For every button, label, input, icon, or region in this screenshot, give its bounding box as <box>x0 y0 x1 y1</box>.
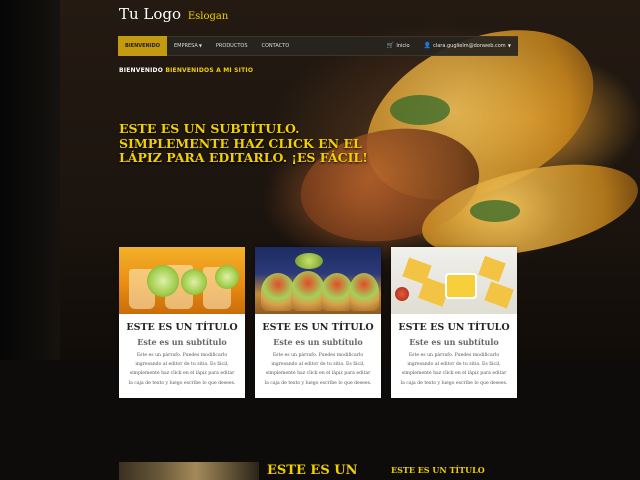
nav-item-label: Productos <box>215 43 248 49</box>
nav-right-group: 🛒 Inicio 👤 clara.guglielm@donweb.com ▼ <box>380 36 518 56</box>
card-image-drinks <box>119 247 245 314</box>
tomato <box>395 287 409 301</box>
hero-lettuce <box>470 200 520 222</box>
bottom-section-title: Este es un título <box>391 465 485 475</box>
feature-card: Este es un título Este es un subtítulo E… <box>255 247 381 398</box>
card-body: Este es un párrafo. Puedes modificarlo i… <box>128 353 236 386</box>
cheese-dip <box>445 273 477 299</box>
nav-item-empresa[interactable]: Empresa▼ <box>167 36 209 56</box>
card-subtitle: Este es un subtítulo <box>409 337 499 347</box>
card-body: Este es un párrafo. Puedes modificarlo i… <box>400 353 508 386</box>
hero-subtitle: Este es un subtítulo. Simplemente haz cl… <box>119 121 368 165</box>
welcome-prefix: Bienvenido <box>119 67 164 74</box>
lime-slice <box>215 265 239 289</box>
lime-slice <box>181 269 207 295</box>
feature-card: Este es un título Este es un subtítulo E… <box>119 247 245 398</box>
nacho-chip <box>478 255 506 283</box>
card-title: Este es un título <box>126 322 238 333</box>
cart-label: Inicio <box>396 43 410 49</box>
bottom-section-heading: Este es un <box>267 463 358 478</box>
welcome-line: Bienvenido Bienvenidos a mi sitio <box>119 67 253 74</box>
card-image-tacos <box>255 247 381 314</box>
cart-icon: 🛒 <box>386 42 395 49</box>
nav-item-bienvenido[interactable]: Bienvenido <box>118 36 168 56</box>
nav-item-contacto[interactable]: Contacto <box>255 36 297 56</box>
feature-card: Este es un título Este es un subtítulo E… <box>391 247 517 398</box>
main-navbar: Bienvenido Empresa▼ Productos Contacto 🛒… <box>118 36 518 56</box>
caret-down-icon: ▼ <box>198 43 202 48</box>
taco-shape <box>349 273 379 311</box>
nav-item-label: Empresa <box>174 43 198 49</box>
site-logo[interactable]: Tu Logo Eslogan <box>119 5 228 23</box>
taco-shape <box>291 271 325 311</box>
card-subtitle: Este es un subtítulo <box>137 337 227 347</box>
card-subtitle: Este es un subtítulo <box>273 337 363 347</box>
lime-slice <box>147 265 179 297</box>
caret-down-icon: ▼ <box>506 43 511 48</box>
user-icon: 👤 <box>423 42 432 49</box>
salsa-bowl <box>295 253 323 269</box>
bottom-section-image <box>119 462 259 480</box>
account-email: clara.guglielm@donweb.com <box>433 43 506 49</box>
account-menu[interactable]: 👤 clara.guglielm@donweb.com ▼ <box>417 36 518 56</box>
taco-shape <box>261 273 295 311</box>
logo-text: Tu Logo <box>119 5 182 23</box>
nacho-chip <box>484 281 514 309</box>
logo-slogan: Eslogan <box>187 11 229 22</box>
card-body: Este es un párrafo. Puedes modificarlo i… <box>264 353 372 386</box>
nav-item-productos[interactable]: Productos <box>209 36 255 56</box>
card-image-nachos <box>391 247 517 314</box>
card-title: Este es un título <box>262 322 374 333</box>
card-title: Este es un título <box>398 322 510 333</box>
cart-link[interactable]: 🛒 Inicio <box>380 36 417 56</box>
hero-lettuce <box>390 95 450 125</box>
nav-item-label: Contacto <box>261 43 290 49</box>
welcome-highlight: Bienvenidos a mi sitio <box>165 67 254 74</box>
nav-item-label: Bienvenido <box>125 43 161 49</box>
